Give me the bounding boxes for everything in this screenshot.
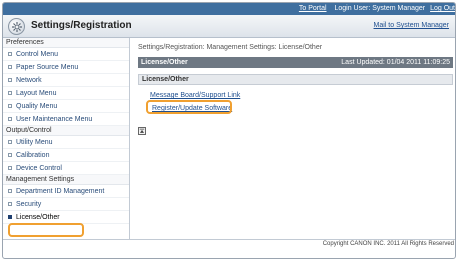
bullet-icon [8,153,12,157]
bullet-selected-icon [8,215,12,219]
app-window: To Portal Login User: System Manager Log… [2,2,456,259]
login-user-text: Login User: System Manager [334,5,426,12]
sidebar-item-label: Calibration [16,152,50,159]
sidebar-menu: Preferences Control Menu Paper Source Me… [3,38,130,239]
to-portal-link[interactable]: To Portal [299,5,327,12]
top-bar: To Portal Login User: System Manager Log… [3,3,455,15]
top-links: To Portal Login User: System Manager Log… [299,5,455,12]
logout-link[interactable]: Log Out [430,5,455,12]
bullet-icon [8,117,12,121]
sidebar-item-control-menu[interactable]: Control Menu [3,48,129,61]
message-board-support-link[interactable]: Message Board/Support Link [150,92,240,99]
section-header: License/Other [138,74,453,85]
sidebar-item-quality-menu[interactable]: Quality Menu [3,100,129,113]
bullet-icon [8,78,12,82]
sidebar-section-management-settings: Management Settings [3,175,129,185]
sidebar-item-device-control[interactable]: Device Control [3,162,129,175]
footer-copyright: Copyright CANON INC. 2011 All Rights Res… [322,241,454,247]
bullet-icon [8,189,12,193]
bullet-icon [8,202,12,206]
sidebar-item-label: Paper Source Menu [16,64,79,71]
register-update-highlight-box [146,100,232,114]
sidebar-item-label: License/Other [16,214,60,221]
sidebar-item-utility-menu[interactable]: Utility Menu [3,136,129,149]
sidebar-item-label: Quality Menu [16,103,58,110]
last-updated-text: Last Updated: 01/04 2011 11:09:25 [341,59,450,66]
sidebar-item-user-maintenance-menu[interactable]: User Maintenance Menu [3,113,129,126]
breadcrumb: Settings/Registration: Management Settin… [138,44,323,51]
sidebar-item-label: Utility Menu [16,139,53,146]
bullet-icon [8,166,12,170]
page-title: Settings/Registration [31,20,132,31]
bullet-icon [8,104,12,108]
bullet-icon [8,52,12,56]
sidebar-item-layout-menu[interactable]: Layout Menu [3,87,129,100]
license-other-highlight-box [8,223,84,237]
sidebar-item-label: Control Menu [16,51,59,58]
sidebar-item-label: Layout Menu [16,90,57,97]
page-header: Settings/Registration Mail to System Man… [3,15,455,38]
sidebar-item-label: Security [16,201,42,208]
sidebar-item-security[interactable]: Security [3,198,129,211]
sidebar-item-department-id-management[interactable]: Department ID Management [3,185,129,198]
sidebar-section-preferences: Preferences [3,38,129,48]
sidebar-item-label: Device Control [16,165,62,172]
sidebar-item-calibration[interactable]: Calibration [3,149,129,162]
bullet-icon [8,140,12,144]
sidebar-item-network[interactable]: Network [3,74,129,87]
page-top-icon[interactable] [138,127,146,135]
mail-system-manager-link[interactable]: Mail to System Manager [374,22,449,29]
panel-title: License/Other [141,59,188,66]
main-content: Settings/Registration: Management Settin… [132,38,455,239]
sidebar-section-output-control: Output/Control [3,126,129,136]
panel-title-bar: License/Other Last Updated: 01/04 2011 1… [138,57,453,68]
sidebar-item-label: Network [16,77,42,84]
bullet-icon [8,65,12,69]
bullet-icon [8,91,12,95]
sidebar-item-label: User Maintenance Menu [16,116,93,123]
sidebar-item-label: Department ID Management [16,188,105,195]
settings-gear-icon [8,18,25,35]
sidebar-item-paper-source-menu[interactable]: Paper Source Menu [3,61,129,74]
